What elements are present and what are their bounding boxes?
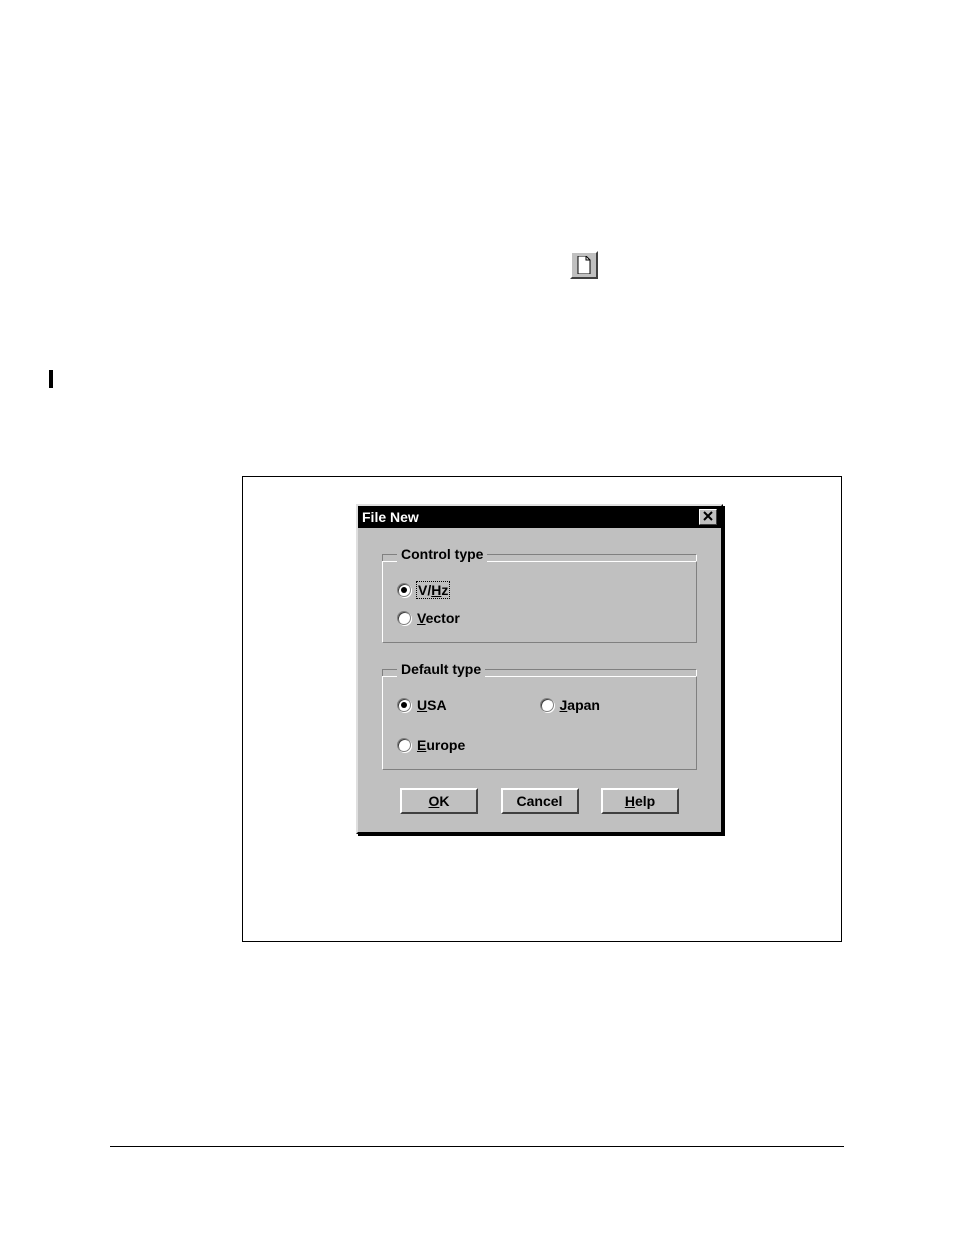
dialog-body: Control type V/Hz Vector Default type [358, 528, 721, 832]
change-bar [49, 370, 53, 388]
cancel-button[interactable]: Cancel [501, 788, 579, 814]
radio-usa[interactable]: USA [397, 697, 540, 713]
dialog-title: File New [362, 509, 419, 525]
ok-button[interactable]: OK [400, 788, 478, 814]
radio-vector[interactable]: Vector [397, 610, 682, 626]
help-button[interactable]: Help [601, 788, 679, 814]
radio-indicator [397, 583, 411, 597]
default-type-legend: Default type [397, 661, 485, 677]
radio-vhz[interactable]: V/Hz [397, 582, 682, 598]
radio-indicator [397, 738, 411, 752]
dialog-button-row: OK Cancel Help [382, 788, 697, 814]
control-type-group: Control type V/Hz Vector [382, 546, 697, 643]
radio-vector-label: Vector [417, 610, 460, 626]
radio-indicator [540, 698, 554, 712]
illustration-frame: File New Control type V/Hz [242, 476, 842, 942]
file-new-dialog: File New Control type V/Hz [356, 504, 723, 834]
dialog-titlebar: File New [358, 506, 721, 528]
radio-japan[interactable]: Japan [540, 697, 683, 713]
new-file-icon [576, 256, 592, 274]
close-icon [703, 510, 713, 524]
footer-rule [110, 1146, 844, 1147]
radio-europe[interactable]: Europe [397, 737, 540, 753]
radio-usa-label: USA [417, 697, 447, 713]
default-type-group: Default type USA Japan [382, 661, 697, 770]
new-file-toolbar-button[interactable] [570, 251, 598, 279]
control-type-legend: Control type [397, 546, 487, 562]
close-button[interactable] [699, 509, 717, 525]
radio-indicator [397, 611, 411, 625]
radio-europe-label: Europe [417, 737, 465, 753]
radio-vhz-label: V/Hz [417, 582, 449, 598]
radio-indicator [397, 698, 411, 712]
radio-japan-label: Japan [560, 697, 600, 713]
